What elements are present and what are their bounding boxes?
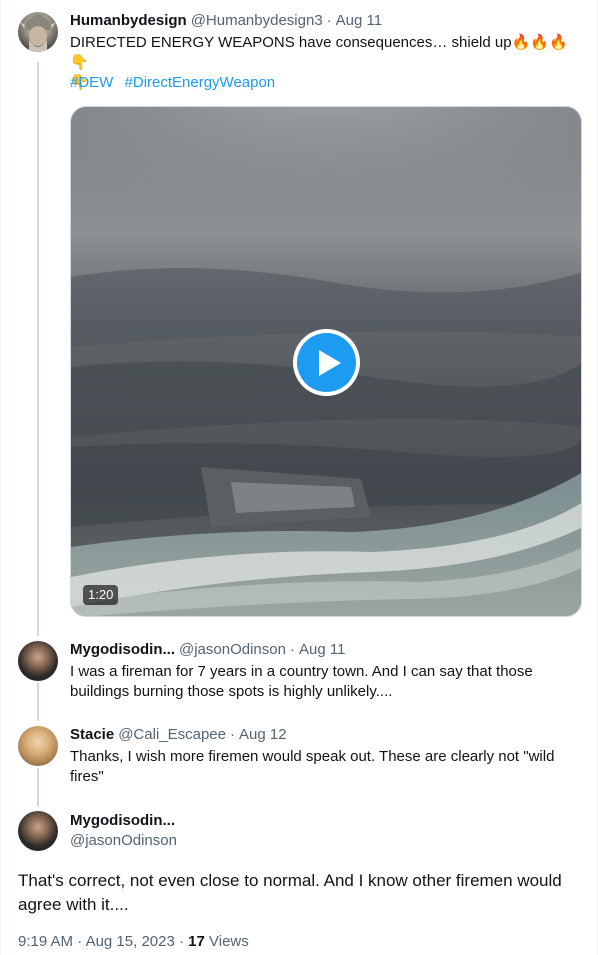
hashtag-link[interactable]: #DEW xyxy=(70,74,113,91)
thread-connector-line xyxy=(37,683,39,721)
tweet-text-body: DIRECTED ENERGY WEAPONS have consequence… xyxy=(70,34,512,51)
video-player[interactable]: 1:20 xyxy=(70,106,582,617)
tweet-date[interactable]: Aug 15, 2023 xyxy=(86,933,175,950)
tweet-time[interactable]: 9:19 AM xyxy=(18,933,73,950)
fire-emoji: 🔥 xyxy=(548,34,568,51)
tweet-header: Mygodisodin... @jasonOdinson · Aug 11 xyxy=(70,640,345,660)
avatar-helmet-figure xyxy=(20,14,56,52)
fire-emoji: 🔥 xyxy=(530,34,549,51)
author-handle[interactable]: @jasonOdinson xyxy=(179,640,286,660)
views-count: 17 xyxy=(188,933,205,950)
tweet-header: Humanbydesign @Humanbydesign3 · Aug 11 xyxy=(70,11,382,31)
main-tweet-author: Mygodisodin... @jasonOdinson xyxy=(70,811,177,851)
avatar[interactable] xyxy=(18,726,58,766)
author-handle[interactable]: @Humanbydesign3 xyxy=(191,11,323,31)
hashtag-row: #DEW #DirectEnergyWeapon xyxy=(70,73,282,93)
hashtag-link[interactable]: #DirectEnergyWeapon xyxy=(125,74,276,91)
author-name[interactable]: Mygodisodin... xyxy=(70,811,177,831)
video-duration: 1:20 xyxy=(83,585,119,605)
separator-dot: · xyxy=(326,12,332,29)
separator-dot: · xyxy=(289,641,295,658)
tweet-date[interactable]: Aug 12 xyxy=(239,725,287,745)
author-name[interactable]: Stacie xyxy=(70,725,114,745)
tweet-thread: Humanbydesign @Humanbydesign3 · Aug 11 D… xyxy=(0,0,598,955)
play-icon xyxy=(297,333,356,392)
views-label: Views xyxy=(209,933,249,950)
avatar[interactable] xyxy=(18,641,58,681)
play-button[interactable] xyxy=(293,329,360,396)
fire-emoji: 🔥 xyxy=(511,34,531,51)
tweet-date[interactable]: Aug 11 xyxy=(299,640,345,660)
tweet-date[interactable]: Aug 11 xyxy=(336,11,382,31)
separator-dot: · xyxy=(178,933,184,950)
tweet-text: Thanks, I wish more firemen would speak … xyxy=(70,748,555,785)
tweet-text: I was a fireman for 7 years in a country… xyxy=(70,663,533,700)
author-name[interactable]: Mygodisodin... xyxy=(70,640,175,660)
author-name[interactable]: Humanbydesign xyxy=(70,11,187,31)
thread-connector-line xyxy=(37,62,39,636)
author-handle[interactable]: @Cali_Escapee xyxy=(118,725,226,745)
point-down-emoji: 👇 xyxy=(70,54,89,71)
separator-dot: · xyxy=(230,726,235,743)
separator-dot: · xyxy=(77,933,83,950)
tweet-header: Stacie @Cali_Escapee · Aug 12 xyxy=(70,725,287,745)
tweet-metadata: 9:19 AM · Aug 15, 2023 · 17 Views xyxy=(18,932,249,952)
main-tweet-text: That's correct, not even close to normal… xyxy=(18,871,562,914)
thread-connector-line xyxy=(37,768,39,806)
author-handle[interactable]: @jasonOdinson xyxy=(70,831,177,851)
avatar[interactable] xyxy=(18,811,58,851)
avatar[interactable] xyxy=(18,12,58,52)
